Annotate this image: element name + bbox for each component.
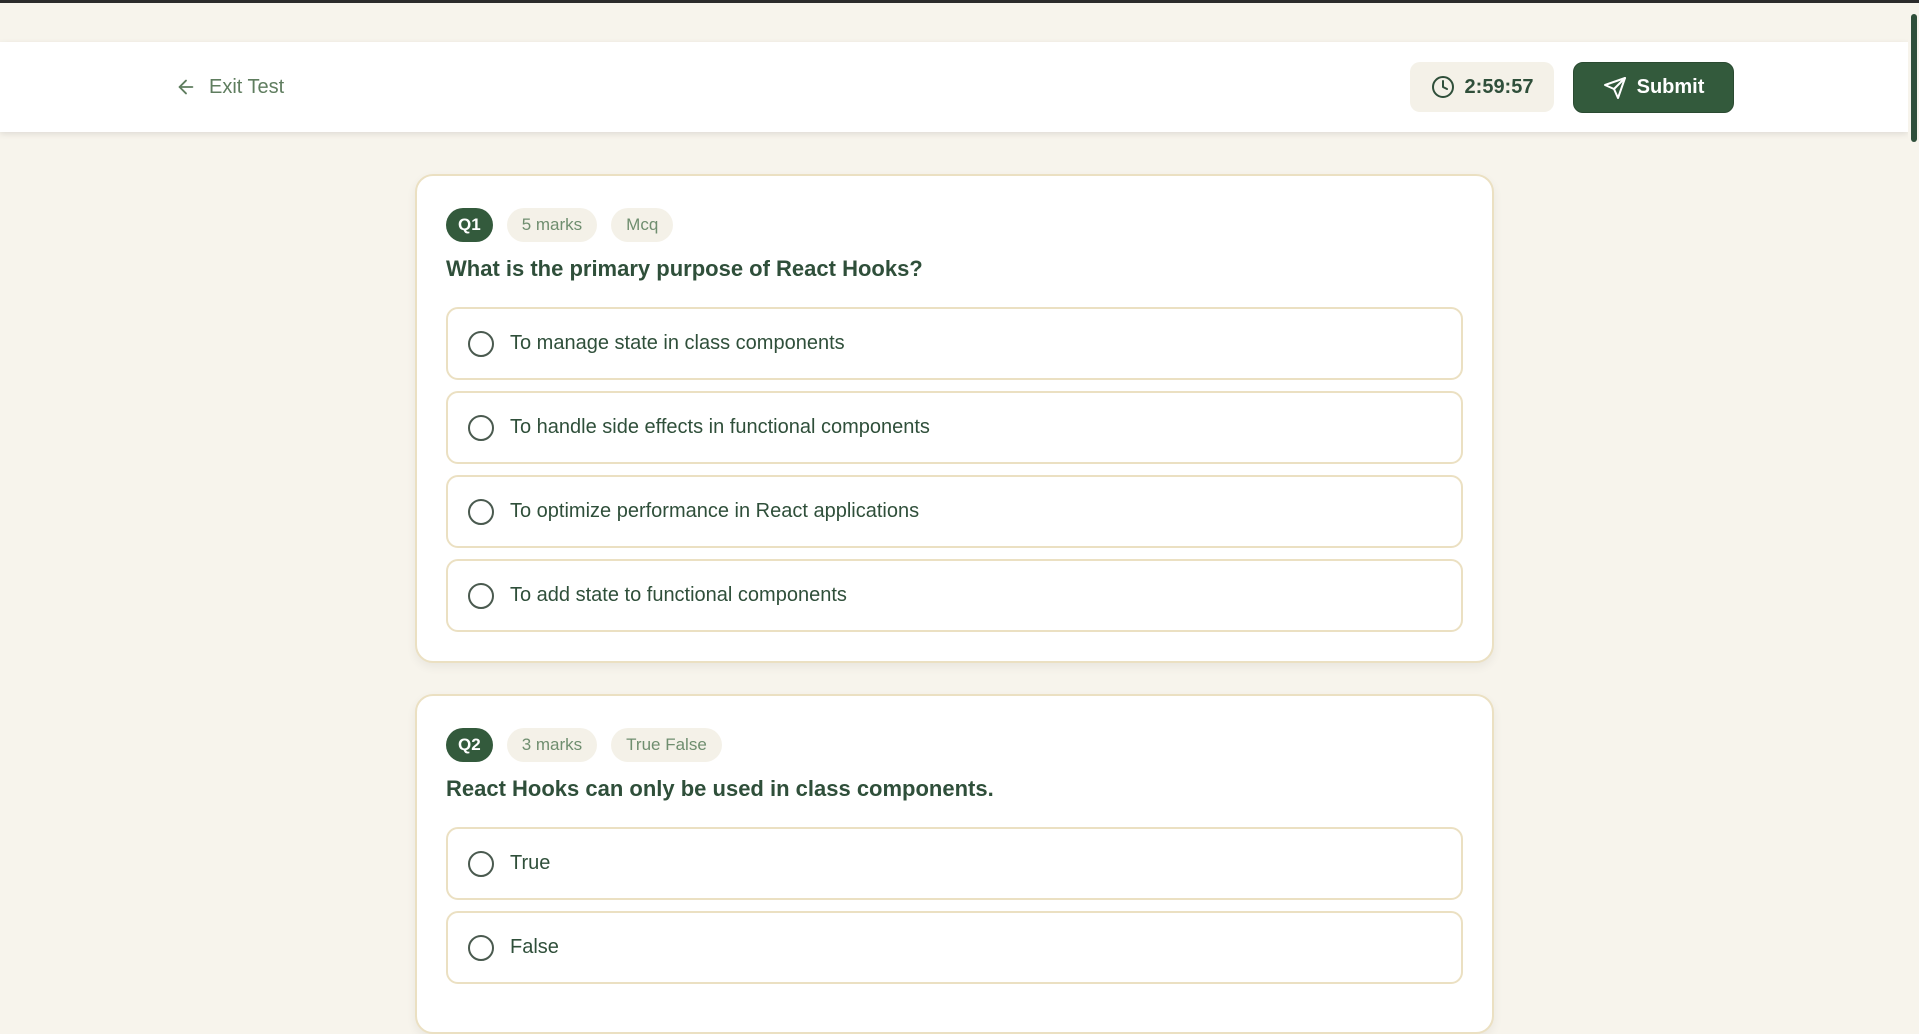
option-3[interactable]: To optimize performance in React applica… [446,475,1463,548]
question-text: React Hooks can only be used in class co… [446,776,994,801]
option-label: To handle side effects in functional com… [510,416,930,438]
radio-button[interactable] [468,934,494,961]
radio-button[interactable] [468,330,494,357]
timer-value: 2:59:57 [1464,75,1534,98]
question-type-badge: Mcq [611,208,674,242]
question-type-badge: True False [611,728,722,762]
radio-button[interactable] [468,498,494,525]
question-number-badge: Q2 [446,728,493,762]
marks-badge: 5 marks [506,208,598,242]
send-icon [1603,76,1626,99]
question-text: What is the primary purpose of React Hoo… [446,256,923,281]
exit-test-button[interactable]: Exit Test [175,70,284,104]
options-list: To manage state in class components To h… [446,307,1463,632]
option-label: To add state to functional components [510,584,847,606]
question-card-1: Q1 5 marks Mcq What is the primary purpo… [415,174,1494,663]
submit-label: Submit [1636,76,1705,98]
scrollbar-thumb[interactable] [1911,14,1917,142]
option-true[interactable]: True [446,827,1463,900]
radio-button[interactable] [468,582,494,609]
window-top-border [0,0,1919,3]
exit-test-label: Exit Test [209,75,285,98]
option-label: To manage state in class components [510,332,845,354]
option-4[interactable]: To add state to functional components [446,559,1463,632]
option-false[interactable]: False [446,911,1463,984]
radio-button[interactable] [468,850,494,877]
clock-icon [1431,76,1454,98]
option-2[interactable]: To handle side effects in functional com… [446,391,1463,464]
option-1[interactable]: To manage state in class components [446,307,1463,380]
question-card-2: Q2 3 marks True False React Hooks can on… [415,694,1494,1034]
scrollbar-track[interactable] [1908,3,1919,990]
question-tags: Q2 3 marks True False [446,728,722,762]
marks-badge: 3 marks [506,728,598,762]
submit-button[interactable]: Submit [1573,62,1734,113]
options-list: True False [446,827,1463,984]
test-header: Exit Test 2:59:57 Submit [0,42,1908,132]
radio-button[interactable] [468,414,494,441]
option-label: To optimize performance in React applica… [510,500,920,522]
countdown-timer: 2:59:57 [1410,62,1554,112]
question-number-badge: Q1 [446,208,493,242]
arrow-left-icon [178,79,194,95]
option-label: False [510,936,559,958]
option-label: True [510,852,551,874]
question-tags: Q1 5 marks Mcq [446,208,674,242]
